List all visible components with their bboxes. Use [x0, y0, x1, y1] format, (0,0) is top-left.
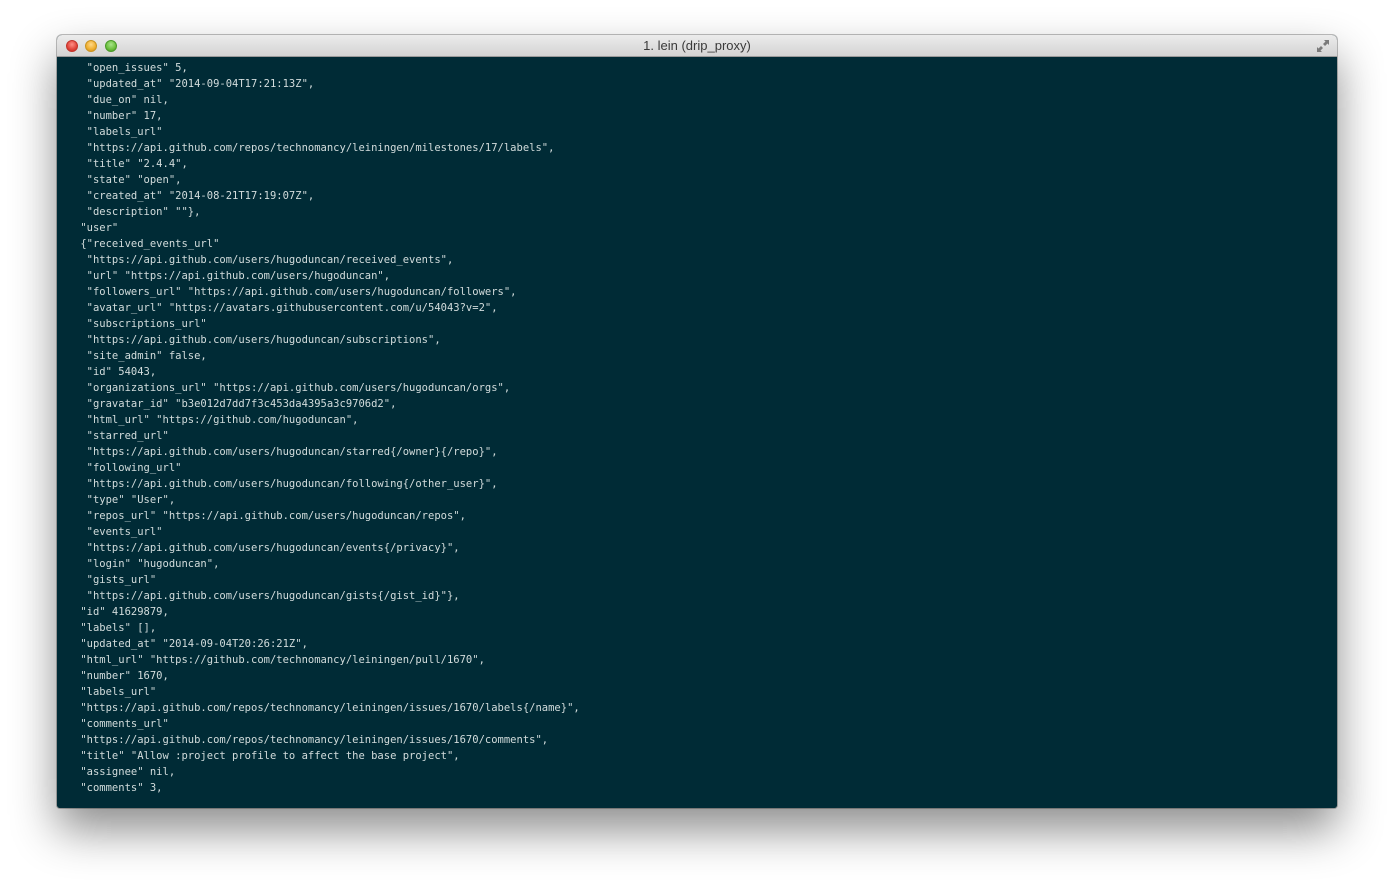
terminal-line: "labels_url": [74, 126, 163, 138]
terminal-line: "gravatar_id" "b3e012d7dd7f3c453da4395a3…: [74, 398, 397, 410]
terminal-line: "labels_url": [74, 686, 157, 698]
terminal-line: "https://api.github.com/users/hugoduncan…: [74, 254, 454, 266]
terminal-line: "title" "Allow :project profile to affec…: [74, 750, 460, 762]
terminal-line: "id" 41629879,: [74, 606, 169, 618]
terminal-window: 1. lein (drip_proxy) "open_issues" 5, "u…: [57, 35, 1337, 808]
terminal-line: "repos_url" "https://api.github.com/user…: [74, 510, 466, 522]
terminal-line: {"received_events_url": [74, 238, 220, 250]
terminal-line: "followers_url" "https://api.github.com/…: [74, 286, 517, 298]
terminal-line: "https://api.github.com/users/hugoduncan…: [74, 478, 498, 490]
terminal-line: "https://api.github.com/users/hugoduncan…: [74, 590, 460, 602]
terminal-line: "number" 17,: [74, 110, 163, 122]
terminal-line: "starred_url": [74, 430, 169, 442]
terminal-line: "description" ""},: [74, 206, 201, 218]
terminal-line: "title" "2.4.4",: [74, 158, 188, 170]
terminal-line: "open_issues" 5,: [74, 62, 188, 74]
terminal-line: "events_url": [74, 526, 163, 538]
terminal-line: "login" "hugoduncan",: [74, 558, 220, 570]
terminal-line: "type" "User",: [74, 494, 176, 506]
terminal-line: "created_at" "2014-08-21T17:19:07Z",: [74, 190, 315, 202]
terminal-line: "updated_at" "2014-09-04T17:21:13Z",: [74, 78, 315, 90]
terminal-line: "labels" [],: [74, 622, 157, 634]
terminal-line: "https://api.github.com/users/hugoduncan…: [74, 446, 498, 458]
terminal-line: "url" "https://api.github.com/users/hugo…: [74, 270, 391, 282]
terminal-line: "html_url" "https://github.com/technoman…: [74, 654, 485, 666]
title-bar[interactable]: 1. lein (drip_proxy): [57, 35, 1337, 57]
fullscreen-icon[interactable]: [1315, 38, 1331, 54]
terminal-line: "https://api.github.com/repos/technomanc…: [74, 702, 580, 714]
window-title: 1. lein (drip_proxy): [643, 38, 751, 53]
terminal-line: "https://api.github.com/repos/technomanc…: [74, 734, 549, 746]
terminal-line: "https://api.github.com/repos/technomanc…: [74, 142, 555, 154]
terminal-line: "comments" 3,: [74, 782, 163, 794]
terminal-line: "comments_url": [74, 718, 169, 730]
terminal-line: "id" 54043,: [74, 366, 157, 378]
terminal-line: "user": [74, 222, 119, 234]
terminal-line: "subscriptions_url": [74, 318, 207, 330]
terminal-line: "avatar_url" "https://avatars.githubuser…: [74, 302, 498, 314]
terminal-line: "number" 1670,: [74, 670, 169, 682]
terminal-line: "assignee" nil,: [74, 766, 176, 778]
terminal-line: "html_url" "https://github.com/hugodunca…: [74, 414, 359, 426]
terminal-line: "organizations_url" "https://api.github.…: [74, 382, 511, 394]
terminal-line: "gists_url": [74, 574, 157, 586]
terminal-line: "updated_at" "2014-09-04T20:26:21Z",: [74, 638, 308, 650]
terminal-line: "state" "open",: [74, 174, 182, 186]
terminal-line: "site_admin" false,: [74, 350, 207, 362]
terminal-output[interactable]: "open_issues" 5, "updated_at" "2014-09-0…: [57, 57, 1337, 808]
terminal-line: "due_on" nil,: [74, 94, 169, 106]
terminal-line: "following_url": [74, 462, 182, 474]
terminal-line: "https://api.github.com/users/hugoduncan…: [74, 542, 460, 554]
terminal-line: "https://api.github.com/users/hugoduncan…: [74, 334, 441, 346]
